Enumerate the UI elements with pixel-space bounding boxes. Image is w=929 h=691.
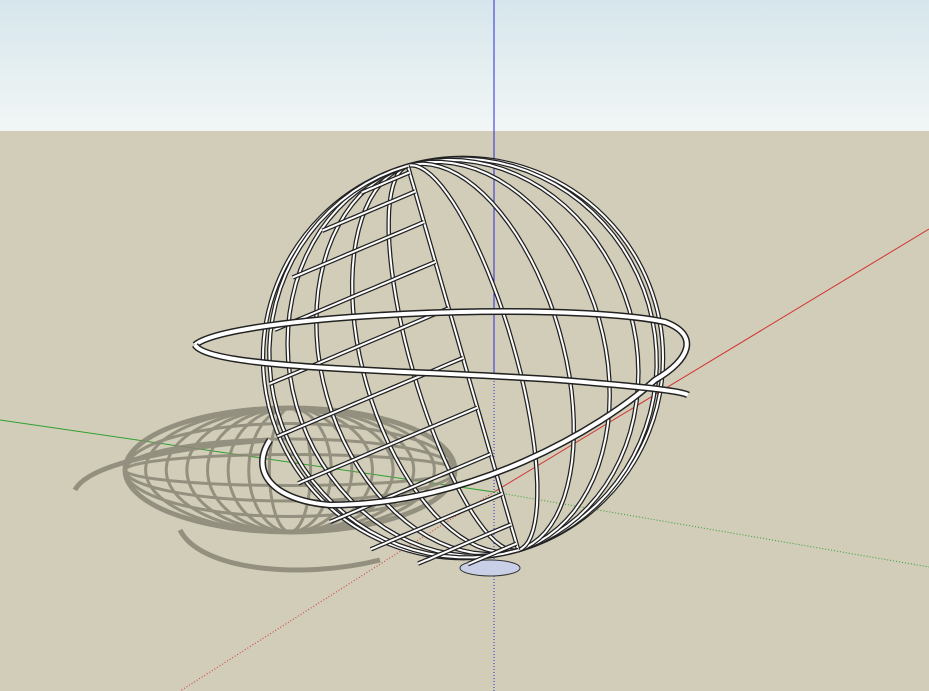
shadow-meridian	[144, 406, 436, 534]
shadow-outline	[122, 405, 458, 535]
shadow-meridian	[164, 406, 416, 534]
red-axis-positive	[493, 228, 929, 493]
3d-scene[interactable]	[0, 0, 929, 691]
modeling-viewport[interactable]	[0, 0, 929, 691]
